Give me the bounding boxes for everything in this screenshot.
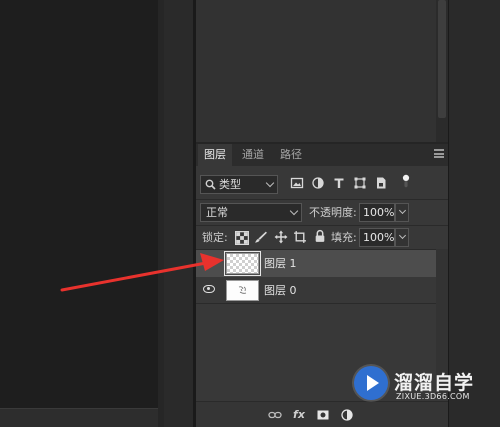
- watermark-url: ZIXUE.3D66.COM: [396, 392, 470, 401]
- play-logo-icon: [354, 366, 388, 400]
- watermark-title: 溜溜自学: [394, 372, 475, 394]
- watermark: 溜溜自学 ZIXUE.3D66.COM: [350, 362, 475, 406]
